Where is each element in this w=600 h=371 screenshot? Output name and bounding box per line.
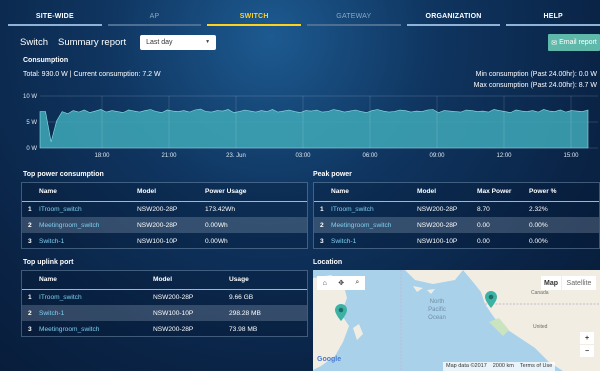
location-pin-icon[interactable] [335, 304, 347, 321]
y-tick-label: 10 W [23, 94, 37, 100]
consumption-max: Max consumption (Past 24.00hr): 8.7 W [473, 82, 597, 89]
switch-link[interactable]: Meetingroom_switch [328, 217, 414, 233]
title-bar: Switch Summary report Last day ▼ [20, 34, 217, 50]
column-header: Name [328, 183, 414, 202]
table-row: 2 Meetingroom_switch NSW200-28P 0.00Wh [22, 217, 307, 233]
column-header: Model [414, 183, 474, 202]
consumption-area [39, 108, 589, 149]
email-report-label: Email report [559, 39, 597, 46]
consumption-title: Consumption [23, 57, 69, 64]
table-row: 1 ITroom_switch NSW200-28P 9.66 GB [22, 289, 307, 305]
page-subtitle: Summary report [57, 36, 127, 48]
column-header: Power Usage [202, 183, 307, 202]
y-tick-label: 0 W [26, 146, 37, 152]
column-header: Model [150, 271, 226, 290]
x-tick-label: 12:00 [496, 153, 512, 159]
consumption-min: Min consumption (Past 24.00hr): 0.0 W [475, 71, 597, 78]
peak-power-panel: Name Model Max Power Power % 1 ITroom_sw… [313, 182, 600, 249]
time-range-select[interactable]: Last day ▼ [140, 34, 217, 50]
column-header: Name [36, 183, 134, 202]
canada-label: Canada [531, 290, 549, 296]
satellite-type-button[interactable]: Satellite [562, 276, 596, 290]
peak-power-table: Name Model Max Power Power % 1 ITroom_sw… [314, 183, 599, 249]
x-tick-label: 03:00 [295, 153, 311, 159]
y-tick-label: 5 W [26, 120, 37, 126]
switch-link[interactable]: Switch-1 [36, 305, 150, 321]
zoom-out-button[interactable]: − [580, 345, 594, 357]
usa-label: United [533, 324, 548, 330]
x-tick-label: 23. Jun [226, 153, 246, 159]
google-logo: Google [317, 356, 342, 363]
table-row: 3 Switch-1 NSW100-10P 0.00Wh [22, 233, 307, 249]
switch-link[interactable]: Switch-1 [328, 233, 414, 249]
x-tick-label: 21:00 [161, 153, 177, 159]
location-title: Location [313, 259, 343, 266]
tab-gateway[interactable]: GATEWAY [307, 8, 401, 26]
envelope-icon: ✉ [551, 39, 558, 47]
location-pin-icon[interactable] [485, 291, 497, 308]
switch-link[interactable]: Meetingroom_switch [36, 217, 134, 233]
table-row: 2 Switch-1 NSW100-10P 298.28 MB [22, 305, 307, 321]
page-title: Switch [20, 36, 48, 48]
switch-link[interactable]: ITroom_switch [36, 289, 150, 305]
ocean-label: North Pacific Ocean [428, 299, 446, 321]
table-row: 1 ITroom_switch NSW200-28P 173.42Wh [22, 201, 307, 217]
top-power-panel: Name Model Power Usage 1 ITroom_switch N… [21, 182, 308, 249]
peak-power-title: Peak power [313, 171, 352, 178]
tab-switch[interactable]: SWITCH [207, 8, 302, 26]
switch-link[interactable]: ITroom_switch [328, 201, 414, 217]
table-row: 3 Meetingroom_switch NSW200-28P 73.98 MB [22, 321, 307, 337]
top-nav: SITE-WIDE AP SWITCH GATEWAY ORGANIZATION… [8, 8, 600, 26]
tab-ap[interactable]: AP [107, 8, 202, 26]
top-power-table: Name Model Power Usage 1 ITroom_switch N… [22, 183, 307, 249]
x-tick-label: 09:00 [429, 153, 445, 159]
switch-link[interactable]: ITroom_switch [36, 201, 134, 217]
location-map[interactable]: ⌂ ✥ ⌕ Map Satellite North Pacific Ocean … [313, 270, 600, 371]
home-icon[interactable]: ⌂ [323, 280, 327, 287]
column-header: Power % [526, 183, 599, 202]
tab-help[interactable]: HELP [506, 8, 600, 26]
table-row: 3 Switch-1 NSW100-10P 0.00 0.00% [314, 233, 599, 249]
uplink-panel: Name Model Usage 1 ITroom_switch NSW200-… [21, 270, 308, 337]
uplink-table: Name Model Usage 1 ITroom_switch NSW200-… [22, 271, 307, 337]
consumption-total: Total: 930.0 W | Current consumption: 7.… [23, 71, 161, 78]
switch-link[interactable]: Meetingroom_switch [36, 321, 150, 337]
uplink-title: Top uplink port [23, 259, 74, 266]
column-header: Model [134, 183, 202, 202]
table-row: 2 Meetingroom_switch NSW200-28P 0.00 0.0… [314, 217, 599, 233]
x-tick-label: 15:00 [563, 153, 579, 159]
time-range-value: Last day [146, 38, 173, 46]
map-type-button[interactable]: Map [541, 276, 561, 290]
top-power-title: Top power consumption [23, 171, 104, 178]
table-row: 1 ITroom_switch NSW200-28P 8.70 2.32% [314, 201, 599, 217]
tab-site-wide[interactable]: SITE-WIDE [8, 8, 102, 26]
map-attribution: Map data ©2017 2000 km Terms of Use [443, 362, 556, 371]
consumption-chart[interactable]: 10 W 5 W 0 W 18:00 21:00 23. Jun 03:00 06:00 09:… [20, 90, 600, 162]
map-scale: 2000 km [492, 363, 514, 369]
search-icon[interactable]: ⌕ [355, 279, 359, 287]
zoom-in-button[interactable]: + [580, 332, 594, 344]
email-report-button[interactable]: ✉ Email report [548, 34, 600, 51]
switch-link[interactable]: Switch-1 [36, 233, 134, 249]
x-tick-label: 06:00 [362, 153, 378, 159]
chevron-down-icon: ▼ [205, 39, 211, 45]
move-icon[interactable]: ✥ [338, 279, 344, 287]
column-header: Name [36, 271, 150, 290]
x-tick-label: 18:00 [94, 153, 110, 159]
tab-organization[interactable]: ORGANIZATION [406, 8, 501, 26]
map-toolbar: ⌂ ✥ ⌕ [317, 276, 365, 290]
column-header: Max Power [474, 183, 526, 202]
column-header: Usage [226, 271, 307, 290]
terms-link[interactable]: Terms of Use [520, 362, 552, 371]
